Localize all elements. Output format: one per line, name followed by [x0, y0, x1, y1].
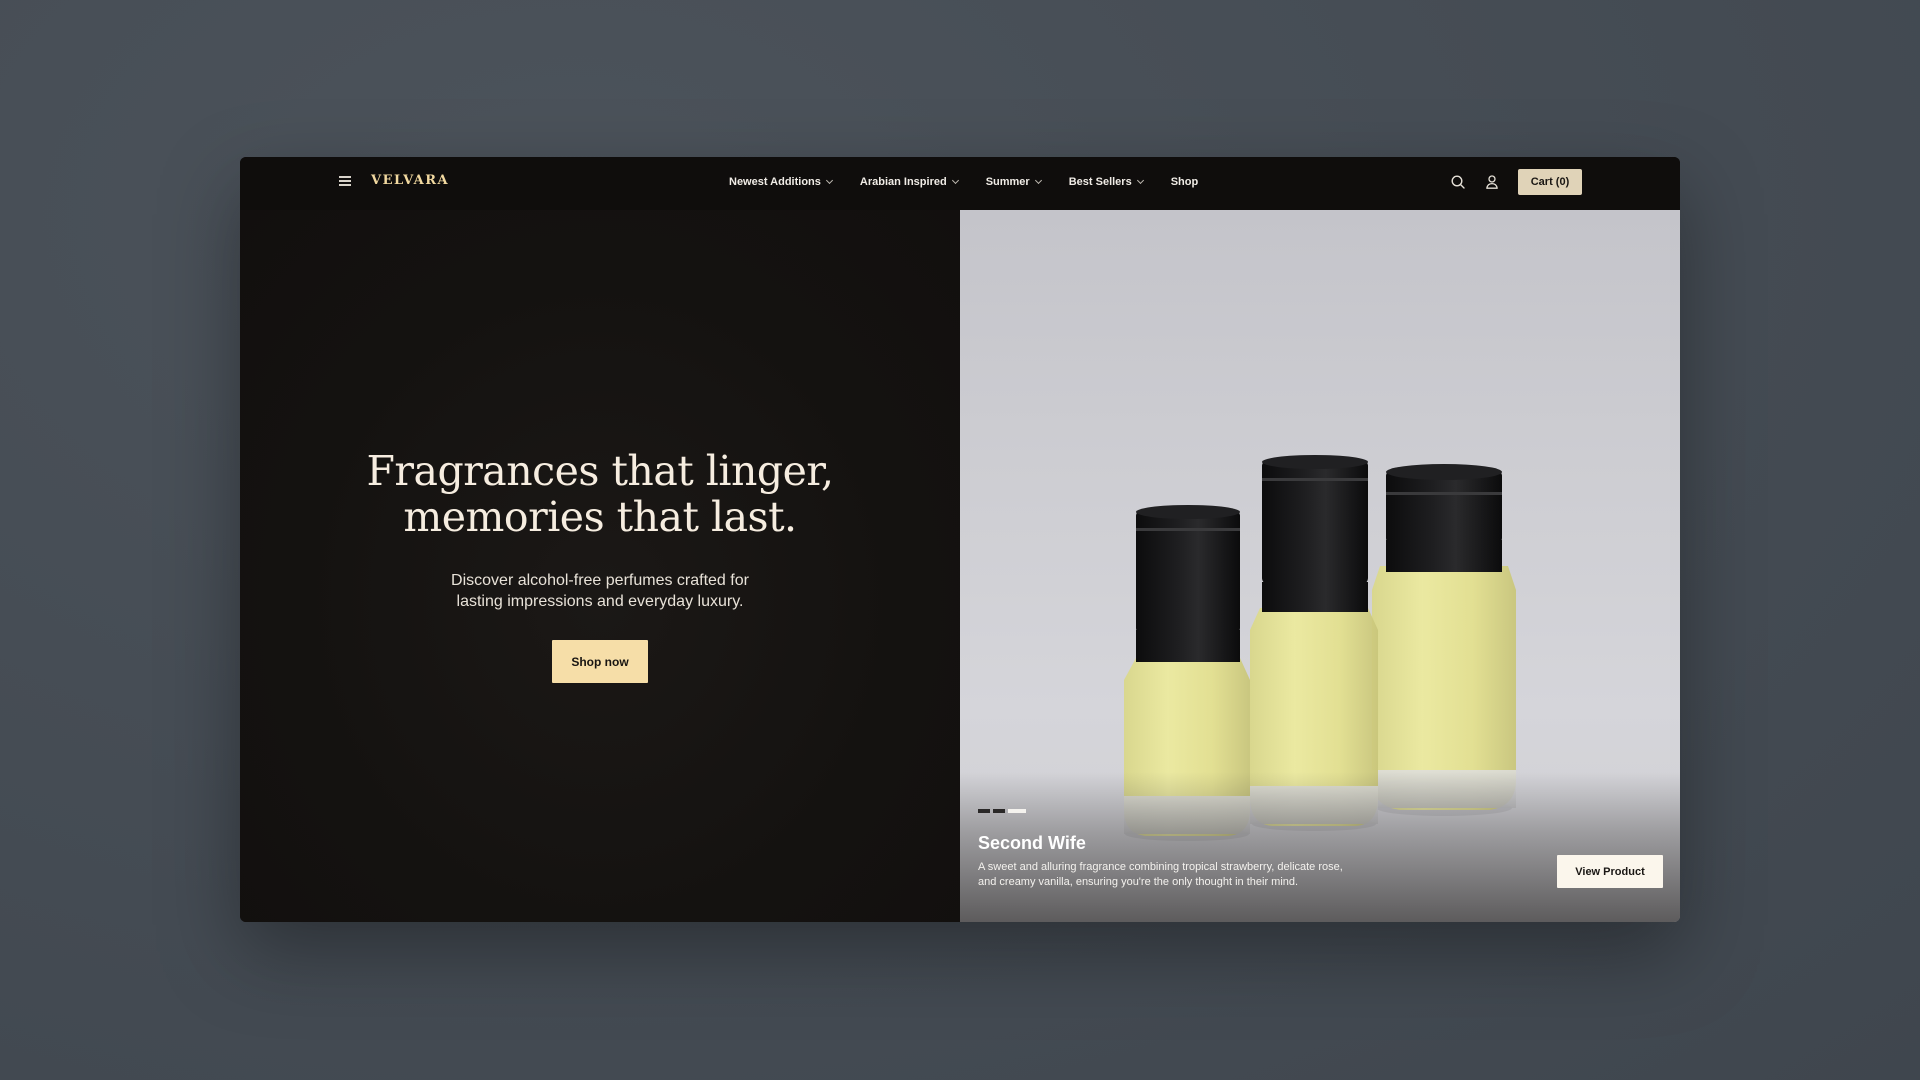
nav-item-label: Newest Additions — [729, 176, 821, 188]
product-description: A sweet and alluring fragrance combining… — [978, 860, 1378, 890]
product-description-line1: A sweet and alluring fragrance combining… — [978, 861, 1343, 873]
slider-pagination — [978, 809, 1026, 813]
product-title: Second Wife — [978, 833, 1086, 853]
nav-item-arabian-inspired[interactable]: Arabian Inspired — [859, 176, 959, 188]
hamburger-menu-icon[interactable] — [339, 176, 351, 186]
product-description-line2: and creamy vanilla, ensuring you're the … — [978, 876, 1299, 888]
view-product-button[interactable]: View Product — [1557, 855, 1663, 888]
slider-dot-1[interactable] — [978, 809, 990, 813]
nav-item-label: Best Sellers — [1068, 176, 1132, 188]
hero-subtext-line2: lasting impressions and everyday luxury. — [456, 593, 744, 610]
hero-headline-line1: Fragrances that linger, — [366, 447, 834, 495]
chevron-down-icon — [825, 176, 833, 185]
slider-dot-3[interactable] — [1008, 809, 1026, 813]
hero-text-panel: Fragrances that linger, memories that la… — [240, 210, 960, 922]
nav-item-summer[interactable]: Summer — [985, 176, 1042, 188]
browser-window: VELVARA Newest Additions Arabian Inspire… — [240, 157, 1680, 922]
hero-headline: Fragrances that linger, memories that la… — [240, 448, 960, 540]
brand-logo[interactable]: VELVARA — [371, 173, 449, 188]
main-nav: Newest Additions Arabian Inspired Summer… — [729, 176, 1198, 188]
slider-dot-2[interactable] — [993, 809, 1005, 813]
shop-now-button[interactable]: Shop now — [552, 640, 648, 683]
nav-item-label: Summer — [985, 176, 1030, 188]
chevron-down-icon — [1136, 176, 1144, 185]
nav-item-label: Shop — [1170, 176, 1199, 188]
hero-subtext-line1: Discover alcohol-free perfumes crafted f… — [451, 572, 749, 589]
chevron-down-icon — [1034, 176, 1042, 185]
product-slider: Second Wife A sweet and alluring fragran… — [960, 210, 1680, 922]
cart-button[interactable]: Cart (0) — [1518, 169, 1582, 195]
search-icon[interactable] — [1450, 174, 1466, 190]
nav-item-shop[interactable]: Shop — [1171, 176, 1199, 188]
bottle-large — [1372, 464, 1516, 816]
site-header: VELVARA Newest Additions Arabian Inspire… — [240, 157, 1680, 211]
user-icon[interactable] — [1484, 174, 1500, 190]
hero-headline-line2: memories that last. — [403, 493, 797, 541]
chevron-down-icon — [951, 176, 959, 185]
hero-subtext: Discover alcohol-free perfumes crafted f… — [240, 570, 960, 612]
nav-item-best-sellers[interactable]: Best Sellers — [1068, 176, 1144, 188]
nav-item-label: Arabian Inspired — [859, 176, 947, 188]
nav-item-newest-additions[interactable]: Newest Additions — [729, 176, 833, 188]
